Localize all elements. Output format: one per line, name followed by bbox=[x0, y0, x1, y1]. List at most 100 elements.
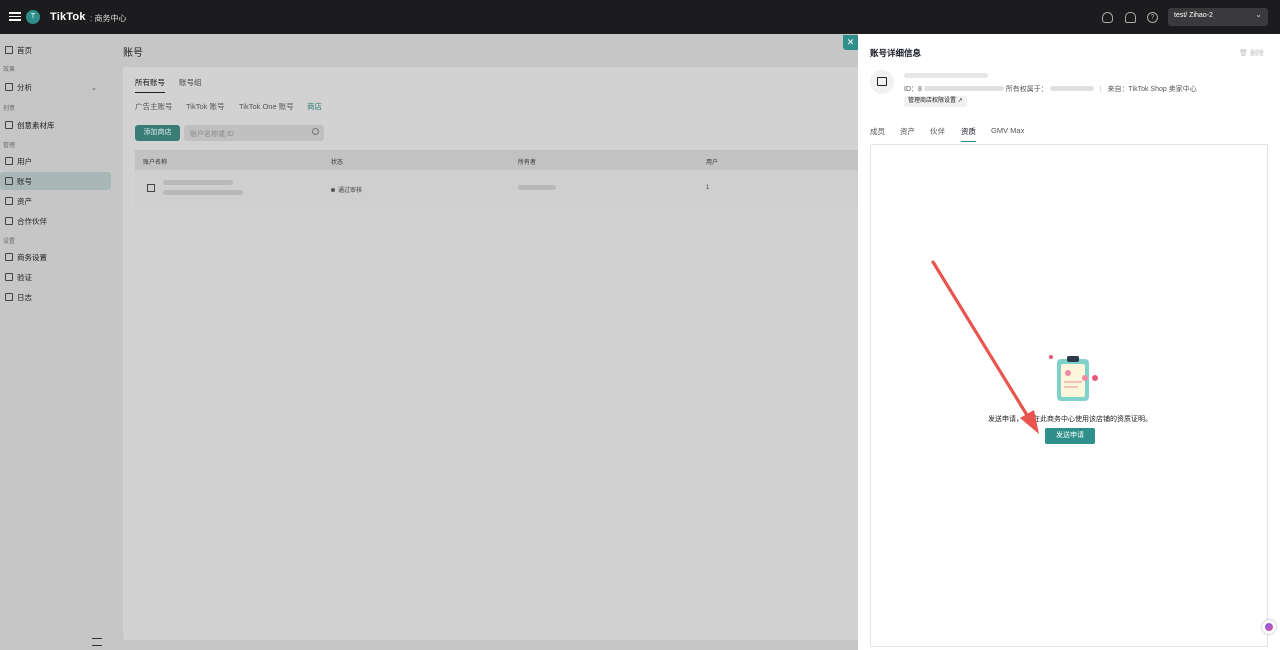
partner-icon bbox=[5, 217, 13, 225]
tab-all-accounts[interactable]: 所有账号 bbox=[135, 77, 165, 93]
clipboard-illustration-icon bbox=[1049, 355, 1098, 401]
subtab-tiktok-account[interactable]: TikTok 账号 bbox=[186, 101, 224, 112]
sidebar-item-label: 用户 bbox=[17, 156, 32, 166]
page-title: 账号 bbox=[123, 48, 143, 59]
sidebar-item-assets[interactable]: 资产 bbox=[0, 192, 111, 210]
sidebar-item-analytics[interactable]: 分析 ⌄ bbox=[0, 78, 111, 96]
subtab-advertiser[interactable]: 广告主账号 bbox=[135, 101, 173, 112]
top-bar: T TikTok : 商务中心 ? test/ Zihao-2 ⌄ bbox=[0, 0, 1280, 34]
search-placeholder: 账户名称或 ID bbox=[190, 131, 234, 138]
chart-icon bbox=[5, 83, 13, 91]
empty-state-text: 发送申请， 在此商务中心使用该店铺的资质证明。 bbox=[871, 414, 1269, 424]
business-name: test/ Zihao-2 bbox=[1174, 12, 1213, 19]
manage-shop-permissions-button[interactable]: 管理商店权限设置 ↗ bbox=[904, 96, 967, 107]
library-icon bbox=[5, 121, 13, 129]
sidebar-item-users[interactable]: 用户 bbox=[0, 152, 111, 170]
drawer-title: 账号详细信息 bbox=[870, 48, 922, 58]
id-label: ID： bbox=[904, 86, 918, 93]
table-header: 账户名称 状态 所有者 用户 bbox=[135, 150, 860, 170]
owner-label: 所有权属于： bbox=[1005, 86, 1048, 93]
status-dot-icon bbox=[331, 188, 335, 192]
sidebar-group-performance: 效果 bbox=[3, 67, 16, 73]
lightbulb-icon[interactable] bbox=[1102, 12, 1113, 23]
shop-icon bbox=[147, 184, 155, 192]
send-request-button[interactable]: 发送申请 bbox=[1045, 428, 1095, 444]
column-header: 所有者 bbox=[518, 160, 537, 166]
sidebar-group-settings: 设置 bbox=[3, 239, 16, 245]
sidebar-group-creative: 创意 bbox=[3, 106, 16, 112]
asset-icon bbox=[5, 197, 13, 205]
sidebar: 首页 效果 分析 ⌄ 创意 创意素材库 管理 用户 账号 资产 合作伙伴 设置 商… bbox=[0, 34, 115, 650]
table-row[interactable]: 通过审核 1 bbox=[135, 170, 860, 208]
brand-subtitle: : 商务中心 bbox=[90, 14, 127, 23]
perm-label: 管理商店权限设置 bbox=[908, 98, 957, 104]
main-content: 账号 所有账号 账号组 广告主账号 TikTok 账号 TikTok One 账… bbox=[115, 34, 860, 650]
folder-icon bbox=[5, 273, 13, 281]
sidebar-item-logs[interactable]: 日志 bbox=[0, 288, 111, 306]
sidebar-item-label: 首页 bbox=[17, 45, 32, 55]
sidebar-item-label: 合作伙伴 bbox=[17, 216, 47, 226]
sidebar-item-business-settings[interactable]: 商务设置 bbox=[0, 248, 111, 266]
shop-icon bbox=[877, 77, 887, 86]
bell-icon[interactable] bbox=[1125, 12, 1136, 23]
empty-text-end: 在此商务中心使用该店铺的资质证明。 bbox=[1033, 416, 1152, 423]
status-cell: 通过审核 bbox=[331, 185, 362, 194]
account-info: ID：8 所有权属于： | 来自：TikTok Shop 卖家中心 bbox=[904, 86, 1197, 93]
empty-text-start: 发送申请， bbox=[988, 416, 1023, 423]
sidebar-group-manage: 管理 bbox=[3, 143, 16, 149]
sidebar-item-creative-library[interactable]: 创意素材库 bbox=[0, 116, 111, 134]
shop-avatar bbox=[870, 70, 894, 94]
sidebar-item-partners[interactable]: 合作伙伴 bbox=[0, 212, 111, 230]
sidebar-item-label: 账号 bbox=[17, 176, 32, 186]
status-text: 通过审核 bbox=[338, 188, 363, 194]
collapse-sidebar-icon[interactable] bbox=[92, 638, 102, 646]
delete-label: 删除 bbox=[1250, 50, 1264, 57]
sidebar-item-accounts[interactable]: 账号 bbox=[0, 172, 111, 190]
redacted-name bbox=[163, 180, 233, 187]
menu-icon[interactable] bbox=[8, 10, 22, 24]
subtab-tiktok-one[interactable]: TikTok One 账号 bbox=[239, 101, 294, 112]
sidebar-item-home[interactable]: 首页 bbox=[0, 41, 111, 59]
subtab-shop[interactable]: 商店 bbox=[307, 101, 322, 112]
sidebar-item-label: 分析 bbox=[17, 82, 32, 92]
sidebar-item-label: 创意素材库 bbox=[17, 120, 55, 130]
column-header: 账户名称 bbox=[143, 160, 168, 166]
users-cell: 1 bbox=[706, 185, 710, 191]
trash-icon: 🗑 bbox=[1239, 50, 1249, 57]
close-drawer-button[interactable]: ✕ bbox=[843, 35, 858, 50]
redacted-id bbox=[163, 190, 243, 197]
gear-icon bbox=[5, 253, 13, 261]
brand-logo[interactable]: TikTok bbox=[50, 11, 86, 23]
search-icon bbox=[312, 128, 319, 135]
sidebar-item-label: 日志 bbox=[17, 292, 32, 302]
redacted-owner bbox=[1049, 86, 1094, 91]
account-detail-drawer: 账号详细信息 🗑 删除 ID：8 所有权属于： | 来自：TikTok Shop… bbox=[858, 34, 1280, 650]
source-text: 来自：TikTok Shop 卖家中心 bbox=[1107, 86, 1197, 93]
column-header: 状态 bbox=[331, 160, 344, 166]
id-value: 8 bbox=[918, 86, 922, 93]
sidebar-item-label: 资产 bbox=[17, 196, 32, 206]
external-link-icon: ↗ bbox=[957, 98, 963, 104]
tab-account-groups[interactable]: 账号组 bbox=[179, 77, 202, 92]
sidebar-item-verification[interactable]: 验证 bbox=[0, 268, 111, 286]
column-header: 用户 bbox=[706, 160, 719, 166]
search-input[interactable]: 账户名称或 ID bbox=[184, 125, 324, 141]
tab-members[interactable]: 成员 bbox=[870, 126, 885, 141]
qualifications-panel: 发送申请， 在此商务中心使用该店铺的资质证明。 发送申请 bbox=[870, 144, 1268, 647]
redacted-id bbox=[923, 86, 1004, 91]
chevron-down-icon: ⌄ bbox=[1255, 10, 1262, 19]
business-selector[interactable]: test/ Zihao-2 ⌄ bbox=[1168, 8, 1268, 26]
users-icon bbox=[5, 157, 13, 165]
add-shop-button[interactable]: 添加商店 bbox=[135, 125, 180, 141]
tab-qualifications[interactable]: 资质 bbox=[961, 126, 976, 142]
chevron-down-icon: ⌄ bbox=[90, 82, 97, 92]
assistant-icon[interactable] bbox=[1262, 620, 1276, 634]
help-icon[interactable]: ? bbox=[1147, 12, 1158, 23]
delete-button[interactable]: 🗑 删除 bbox=[1239, 48, 1264, 58]
tab-assets[interactable]: 资产 bbox=[900, 126, 915, 141]
accounts-card: 所有账号 账号组 广告主账号 TikTok 账号 TikTok One 账号 商… bbox=[123, 67, 860, 640]
tab-gmv-max[interactable]: GMV Max bbox=[991, 126, 1024, 139]
account-avatar[interactable]: T bbox=[26, 10, 40, 24]
tab-partners[interactable]: 伙伴 bbox=[930, 126, 945, 141]
home-icon bbox=[5, 46, 13, 54]
